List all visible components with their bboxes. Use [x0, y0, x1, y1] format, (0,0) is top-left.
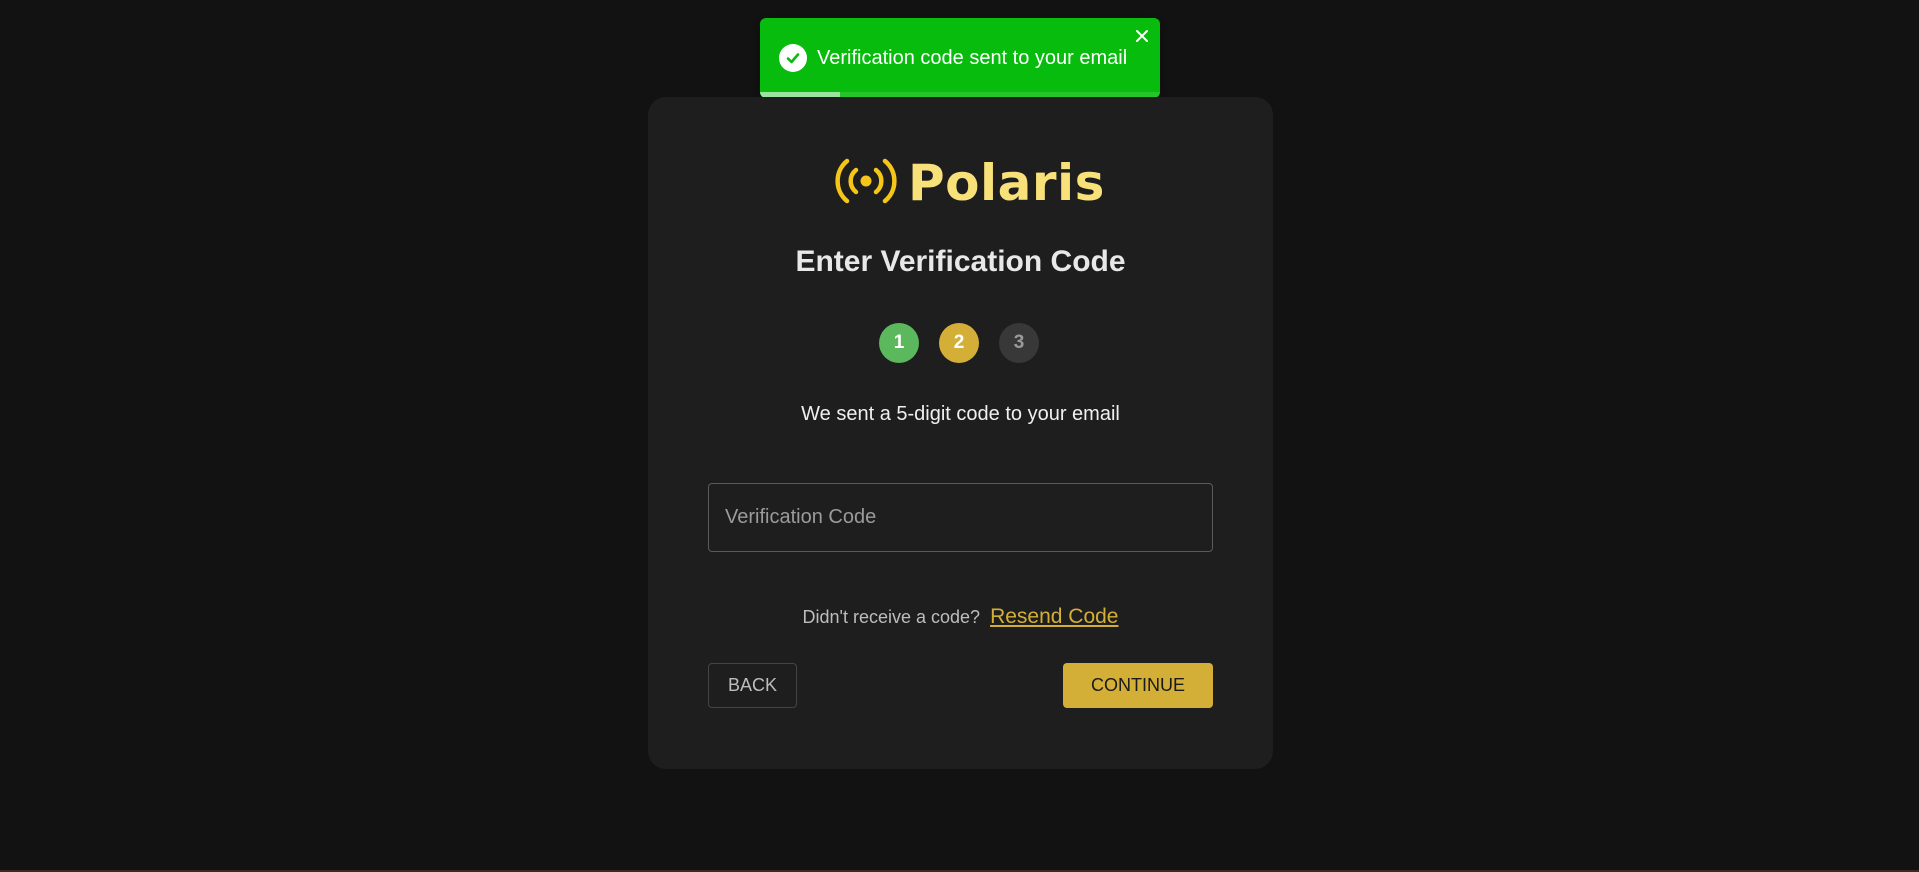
check-circle-icon [779, 44, 807, 72]
verification-card: Polaris Enter Verification Code 1 2 3 We… [648, 97, 1273, 769]
brand-logo: Polaris [834, 153, 1105, 213]
broadcast-icon [834, 156, 898, 211]
page-title: Enter Verification Code [795, 245, 1126, 278]
continue-button[interactable]: CONTINUE [1063, 663, 1213, 708]
step-indicator: 1 2 3 [879, 323, 1039, 363]
resend-question: Didn't receive a code? [802, 607, 981, 627]
instruction-text: We sent a 5-digit code to your email [801, 403, 1120, 425]
brand-name: Polaris [908, 154, 1105, 212]
close-icon[interactable] [1132, 26, 1152, 46]
page: Verification code sent to your email Pol… [0, 0, 1919, 872]
step-1: 1 [879, 323, 919, 363]
back-button[interactable]: BACK [708, 663, 797, 708]
step-3: 3 [999, 323, 1039, 363]
toast-message: Verification code sent to your email [817, 47, 1128, 69]
verification-code-input[interactable] [708, 483, 1213, 552]
resend-row: Didn't receive a code? Resend Code [648, 605, 1273, 629]
step-2: 2 [939, 323, 979, 363]
resend-code-link[interactable]: Resend Code [990, 605, 1118, 629]
toast-notification: Verification code sent to your email [760, 18, 1160, 98]
